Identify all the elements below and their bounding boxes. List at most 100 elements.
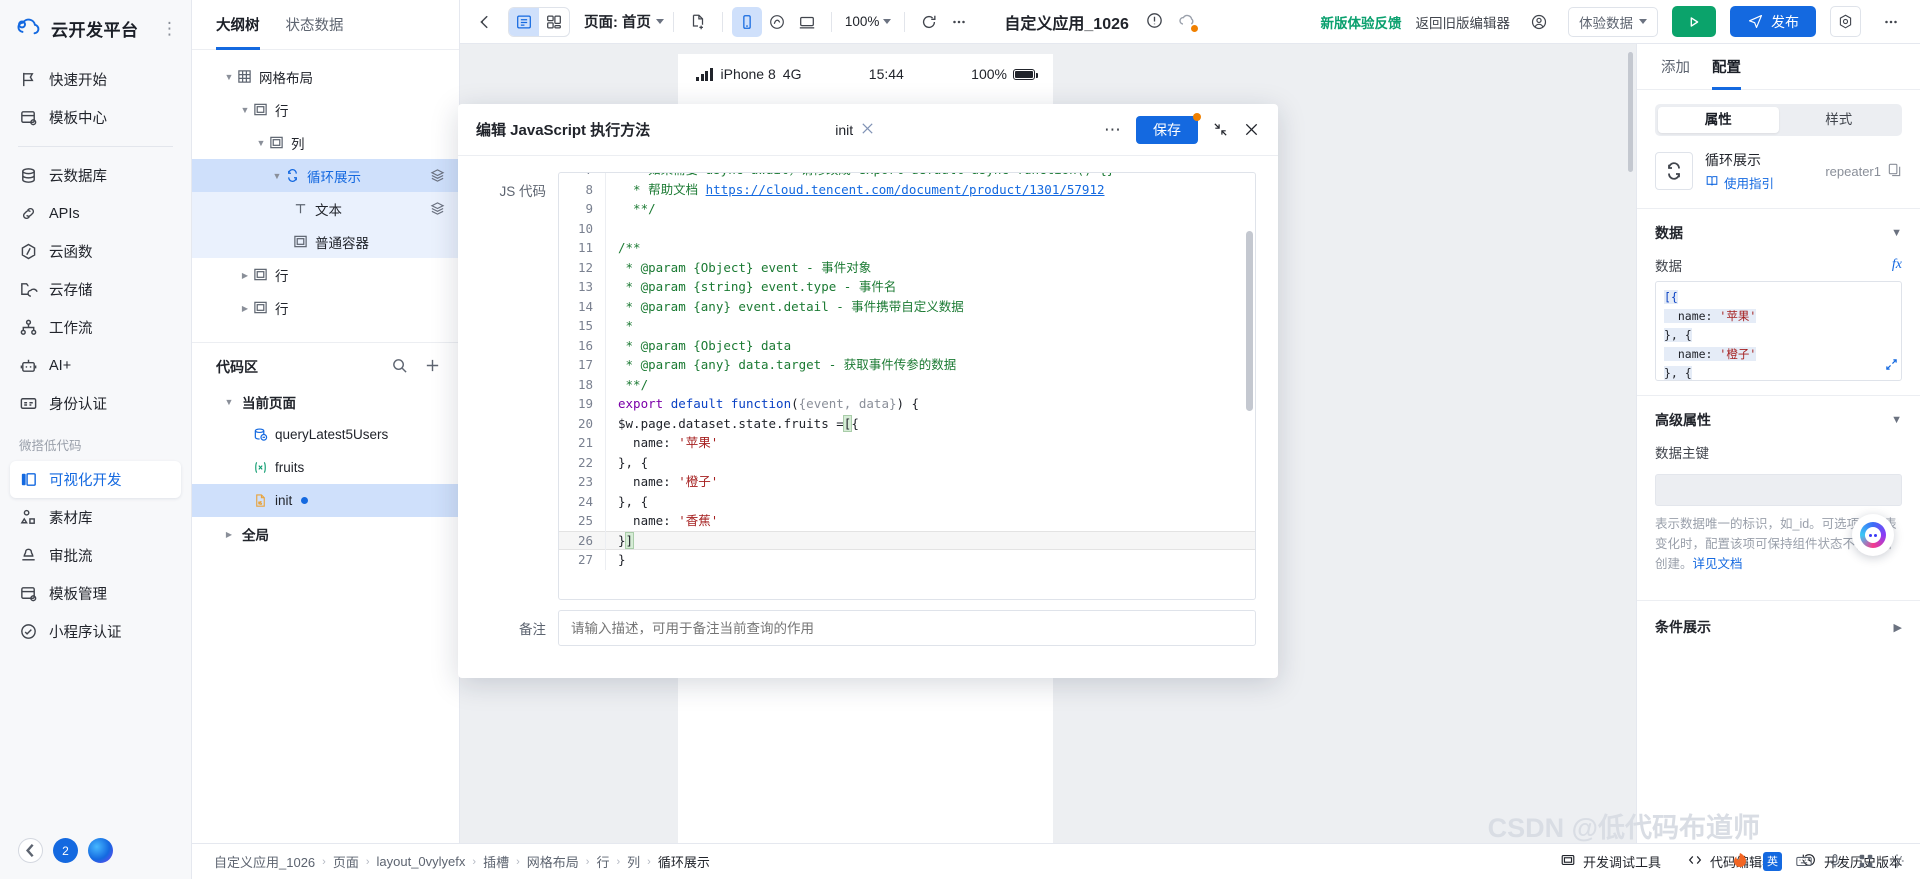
device-mobile-icon[interactable]: [731, 6, 762, 37]
layers-icon[interactable]: [430, 168, 445, 183]
sidebar-item-quickstart[interactable]: 快速开始: [10, 61, 181, 98]
breadcrumb-item[interactable]: 网格布局: [527, 852, 579, 871]
save-button[interactable]: 保存: [1136, 115, 1198, 144]
assistant-fab-icon[interactable]: [1852, 514, 1894, 556]
chevron-left-icon[interactable]: [18, 838, 43, 863]
sidebar-item-approval[interactable]: 审批流: [10, 537, 181, 574]
link-broken-icon[interactable]: [860, 121, 875, 139]
preview-button[interactable]: [1672, 6, 1716, 37]
fx-icon[interactable]: fx: [1892, 257, 1902, 273]
chevron-down-icon[interactable]: [222, 397, 236, 407]
remark-input[interactable]: [558, 610, 1256, 646]
primary-key-input[interactable]: [1655, 474, 1902, 506]
code-group-global[interactable]: 全局: [192, 517, 459, 550]
settings-gear-icon[interactable]: [1888, 852, 1906, 870]
sidebar-item-apis[interactable]: APIs: [10, 195, 181, 232]
code-file-init[interactable]: init: [192, 484, 459, 517]
editor-scrollbar[interactable]: [1246, 231, 1253, 411]
copy-icon[interactable]: [1887, 162, 1902, 180]
chevron-right-icon[interactable]: [238, 270, 252, 280]
sidebar-item-storage[interactable]: 云存储: [10, 271, 181, 308]
chevron-right-icon[interactable]: [238, 303, 252, 313]
sidebar-item-assets[interactable]: 素材库: [10, 499, 181, 536]
chevron-down-icon[interactable]: [222, 72, 236, 82]
zoom-selector[interactable]: 100%: [841, 14, 896, 29]
chevron-down-icon[interactable]: [238, 105, 252, 115]
breadcrumb-item[interactable]: 页面: [333, 852, 359, 871]
cloud-sync-icon[interactable]: [1177, 10, 1198, 33]
advanced-section-header[interactable]: 高级属性 ▼: [1637, 396, 1920, 436]
settings-icon[interactable]: [1830, 6, 1861, 37]
code-editor-lines[interactable]: 7 * 如果需要 async-await，请修改成 export default…: [559, 173, 1255, 570]
grid-view-icon[interactable]: [539, 8, 569, 36]
tree-node-container[interactable]: 普通容器: [192, 225, 459, 258]
tab-outline-tree[interactable]: 大纲树: [216, 0, 260, 50]
canvas-scrollbar[interactable]: [1628, 52, 1633, 172]
minimize-icon[interactable]: [1212, 121, 1229, 138]
feedback-link[interactable]: 新版体验反馈: [1321, 12, 1402, 32]
account-icon[interactable]: [1524, 7, 1554, 37]
breadcrumb-item[interactable]: 插槽: [483, 852, 509, 871]
chevron-down-icon[interactable]: ▼: [1891, 414, 1902, 426]
code-editor[interactable]: 7 * 如果需要 async-await，请修改成 export default…: [558, 172, 1256, 600]
tree-node-col[interactable]: 列: [192, 126, 459, 159]
sidebar-item-ai[interactable]: AI+: [10, 347, 181, 384]
sidebar-item-workflow[interactable]: 工作流: [10, 309, 181, 346]
new-page-icon[interactable]: [683, 7, 713, 37]
assistant-icon[interactable]: [88, 838, 113, 863]
page-selector[interactable]: 页面: 首页: [584, 11, 664, 32]
condition-section[interactable]: 条件展示 ▶: [1637, 600, 1920, 653]
old-editor-link[interactable]: 返回旧版编辑器: [1416, 12, 1511, 32]
close-icon[interactable]: [1243, 121, 1260, 138]
search-icon[interactable]: [391, 357, 408, 377]
expand-icon[interactable]: [1885, 358, 1898, 377]
breadcrumb-item[interactable]: 行: [596, 852, 609, 871]
usage-guide-link[interactable]: 使用指引: [1705, 173, 1774, 192]
help-doc-link[interactable]: 详见文档: [1693, 557, 1743, 571]
tree-node-row[interactable]: 行: [192, 93, 459, 126]
code-file-fruits[interactable]: fruits: [192, 451, 459, 484]
toolbar-right-more-icon[interactable]: [1875, 6, 1906, 37]
toolbar-more-icon[interactable]: [944, 7, 974, 37]
breadcrumb-item[interactable]: 循环展示: [658, 852, 710, 871]
modal-more-icon[interactable]: ⋯: [1104, 120, 1122, 140]
tab-config[interactable]: 配置: [1712, 44, 1741, 90]
warning-circle-icon[interactable]: [1145, 11, 1164, 33]
device-desktop-icon[interactable]: [792, 7, 822, 37]
sidebar-item-templates[interactable]: 模板中心: [10, 99, 181, 136]
segment-properties[interactable]: 属性: [1658, 107, 1779, 133]
env-select[interactable]: 体验数据: [1568, 6, 1658, 37]
plus-icon[interactable]: [424, 357, 441, 377]
chevron-right-icon[interactable]: [222, 529, 236, 539]
segment-styles[interactable]: 样式: [1779, 107, 1900, 133]
tree-node-repeater[interactable]: 循环展示: [192, 159, 459, 192]
outline-view-icon[interactable]: [509, 7, 539, 36]
data-code-preview[interactable]: [{ name: '苹果' }, { name: '橙子' }, {: [1655, 281, 1902, 381]
keyboard-icon[interactable]: [1795, 852, 1813, 870]
debug-tools-button[interactable]: 开发调试工具: [1560, 852, 1661, 871]
data-section-header[interactable]: 数据 ▼: [1637, 209, 1920, 249]
input-method-icon[interactable]: 英: [1763, 851, 1782, 871]
sidebar-item-functions[interactable]: 云函数: [10, 233, 181, 270]
breadcrumb-item[interactable]: layout_0vylyefx: [377, 854, 466, 869]
tree-node-row-2[interactable]: 行: [192, 258, 459, 291]
sidebar-item-database[interactable]: 云数据库: [10, 157, 181, 194]
sidebar-item-template-manage[interactable]: 模板管理: [10, 575, 181, 612]
tab-state-data[interactable]: 状态数据: [286, 0, 344, 50]
sidebar-item-visual-dev[interactable]: 可视化开发: [10, 461, 181, 498]
orange-app-icon[interactable]: [1730, 851, 1750, 871]
chevron-down-icon[interactable]: [254, 138, 268, 148]
code-group-current-page[interactable]: 当前页面: [192, 385, 459, 418]
sidebar-item-miniprogram[interactable]: 小程序认证: [10, 613, 181, 650]
tab-add[interactable]: 添加: [1661, 44, 1690, 90]
apps-grid-icon[interactable]: [1857, 852, 1875, 870]
breadcrumb-item[interactable]: 列: [627, 852, 640, 871]
refresh-icon[interactable]: [914, 7, 944, 37]
chevron-down-icon[interactable]: ▼: [1891, 227, 1902, 239]
layers-icon[interactable]: [430, 201, 445, 216]
tree-node-row-3[interactable]: 行: [192, 291, 459, 324]
code-file-query[interactable]: queryLatest5Users: [192, 418, 459, 451]
back-button[interactable]: [470, 7, 500, 37]
microphone-icon[interactable]: [1826, 852, 1844, 870]
user-badge[interactable]: 2: [53, 838, 78, 863]
